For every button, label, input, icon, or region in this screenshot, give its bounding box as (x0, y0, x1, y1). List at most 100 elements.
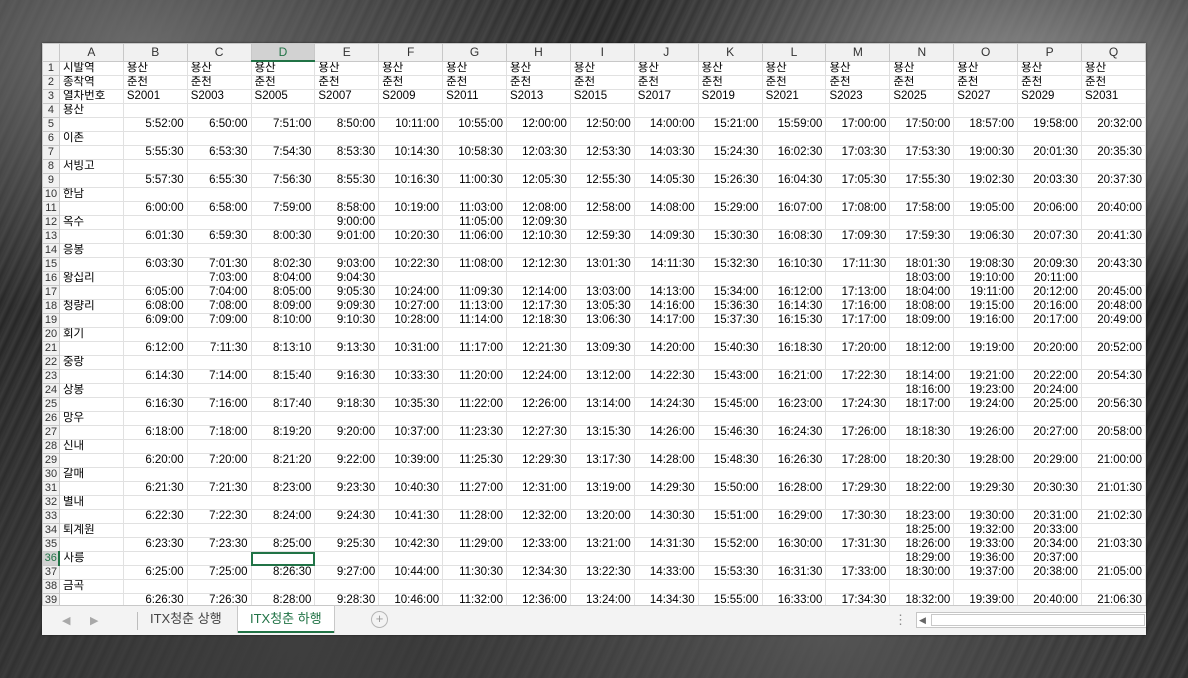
cell-j13[interactable]: 14:09:30 (633, 229, 699, 244)
cell-e7[interactable]: 8:53:30 (314, 145, 380, 160)
cell-q15[interactable]: 20:43:30 (1081, 257, 1146, 272)
cell-j6[interactable] (633, 131, 699, 146)
cell-i23[interactable]: 13:12:00 (569, 369, 635, 384)
cell-f11[interactable]: 10:19:00 (378, 201, 444, 216)
cell-f16[interactable] (378, 271, 444, 286)
cell-c19[interactable]: 7:09:00 (186, 313, 252, 328)
cell-j27[interactable]: 14:26:00 (633, 425, 699, 440)
cell-m8[interactable] (825, 159, 891, 174)
cell-g12[interactable]: 11:05:00 (442, 215, 507, 230)
cell-i30[interactable] (569, 467, 635, 482)
cell-f28[interactable] (378, 439, 444, 454)
cell-g28[interactable] (442, 439, 507, 454)
cell-n22[interactable] (889, 355, 955, 370)
cell-q12[interactable] (1081, 215, 1146, 230)
cell-q32[interactable] (1081, 495, 1146, 510)
cell-j18[interactable]: 14:16:00 (633, 299, 699, 314)
cell-e26[interactable] (314, 411, 380, 426)
cell-a3[interactable]: 열차번호 (58, 89, 124, 104)
cell-n35[interactable]: 18:26:00 (889, 537, 955, 552)
cell-p13[interactable]: 20:07:30 (1017, 229, 1083, 244)
cell-q6[interactable] (1081, 131, 1146, 146)
cell-g39[interactable]: 11:32:00 (442, 593, 507, 605)
cell-l30[interactable] (761, 467, 827, 482)
cell-i2[interactable]: 춘천 (569, 75, 635, 90)
cell-b37[interactable]: 6:25:00 (122, 565, 188, 580)
column-header-p[interactable]: P (1017, 43, 1083, 62)
cell-f1[interactable]: 용산 (378, 60, 444, 76)
cell-j4[interactable] (633, 103, 699, 118)
cell-b28[interactable] (122, 439, 188, 454)
cell-g36[interactable] (442, 551, 507, 566)
cell-a26[interactable]: 망우 (58, 411, 124, 426)
cell-i8[interactable] (569, 159, 635, 174)
cell-p36[interactable]: 20:37:00 (1017, 551, 1083, 566)
cell-j3[interactable]: S2017 (633, 89, 699, 104)
cell-f34[interactable] (378, 523, 444, 538)
row-header[interactable]: 6 (42, 131, 60, 146)
cell-g33[interactable]: 11:28:00 (442, 509, 507, 524)
cell-l27[interactable]: 16:24:30 (761, 425, 827, 440)
cell-j31[interactable]: 14:29:30 (633, 481, 699, 496)
cell-q21[interactable]: 20:52:00 (1081, 341, 1146, 356)
cell-c32[interactable] (186, 495, 252, 510)
cell-l34[interactable] (761, 523, 827, 538)
cell-k35[interactable]: 15:52:00 (697, 537, 763, 552)
cell-b19[interactable]: 6:09:00 (122, 313, 188, 328)
cell-p19[interactable]: 20:17:00 (1017, 313, 1083, 328)
cell-i36[interactable] (569, 551, 635, 566)
cell-h29[interactable]: 12:29:30 (506, 453, 571, 468)
row-header[interactable]: 9 (42, 173, 60, 188)
cell-j25[interactable]: 14:24:30 (633, 397, 699, 412)
cell-f10[interactable] (378, 187, 444, 202)
cell-p14[interactable] (1017, 243, 1083, 258)
cell-q27[interactable]: 20:58:00 (1081, 425, 1146, 440)
cell-g30[interactable] (442, 467, 507, 482)
cell-c15[interactable]: 7:01:30 (186, 257, 252, 272)
cell-q3[interactable]: S2031 (1081, 89, 1146, 104)
cell-p23[interactable]: 20:22:00 (1017, 369, 1083, 384)
cell-p9[interactable]: 20:03:30 (1017, 173, 1083, 188)
cell-a20[interactable]: 회기 (58, 327, 124, 342)
cell-p38[interactable] (1017, 579, 1083, 594)
cell-j26[interactable] (633, 411, 699, 426)
cell-i5[interactable]: 12:50:00 (569, 117, 635, 132)
cell-o7[interactable]: 19:00:30 (953, 145, 1019, 160)
cell-a11[interactable] (58, 201, 124, 216)
cell-m12[interactable] (825, 215, 891, 230)
cell-o20[interactable] (953, 327, 1019, 342)
row-header[interactable]: 33 (42, 509, 60, 524)
cell-a34[interactable]: 퇴계원 (58, 523, 124, 538)
cell-k25[interactable]: 15:45:00 (697, 397, 763, 412)
cell-n34[interactable]: 18:25:00 (889, 523, 955, 538)
cell-q28[interactable] (1081, 439, 1146, 454)
cell-l21[interactable]: 16:18:30 (761, 341, 827, 356)
cell-a36[interactable]: 사릉 (58, 551, 124, 566)
cell-k21[interactable]: 15:40:30 (697, 341, 763, 356)
cell-a37[interactable] (58, 565, 124, 580)
cell-p2[interactable]: 춘천 (1017, 75, 1083, 90)
cell-g11[interactable]: 11:03:00 (442, 201, 507, 216)
cell-g32[interactable] (442, 495, 507, 510)
cell-j23[interactable]: 14:22:30 (633, 369, 699, 384)
cell-m39[interactable]: 17:34:30 (825, 593, 891, 605)
cell-d32[interactable] (250, 495, 316, 510)
cell-q13[interactable]: 20:41:30 (1081, 229, 1146, 244)
cell-a12[interactable]: 옥수 (58, 215, 124, 230)
cell-f20[interactable] (378, 327, 444, 342)
cell-l19[interactable]: 16:15:30 (761, 313, 827, 328)
cell-l31[interactable]: 16:28:00 (761, 481, 827, 496)
column-header-q[interactable]: Q (1081, 43, 1146, 62)
cell-k18[interactable]: 15:36:30 (697, 299, 763, 314)
cell-f22[interactable] (378, 355, 444, 370)
cell-d36[interactable] (250, 551, 316, 566)
cell-b4[interactable] (122, 103, 188, 118)
cell-o32[interactable] (953, 495, 1019, 510)
cell-f15[interactable]: 10:22:30 (378, 257, 444, 272)
row-header[interactable]: 15 (42, 257, 60, 272)
column-header-i[interactable]: I (569, 43, 635, 62)
cell-f30[interactable] (378, 467, 444, 482)
cell-k30[interactable] (697, 467, 763, 482)
cell-d2[interactable]: 춘천 (250, 75, 316, 90)
cell-q20[interactable] (1081, 327, 1146, 342)
